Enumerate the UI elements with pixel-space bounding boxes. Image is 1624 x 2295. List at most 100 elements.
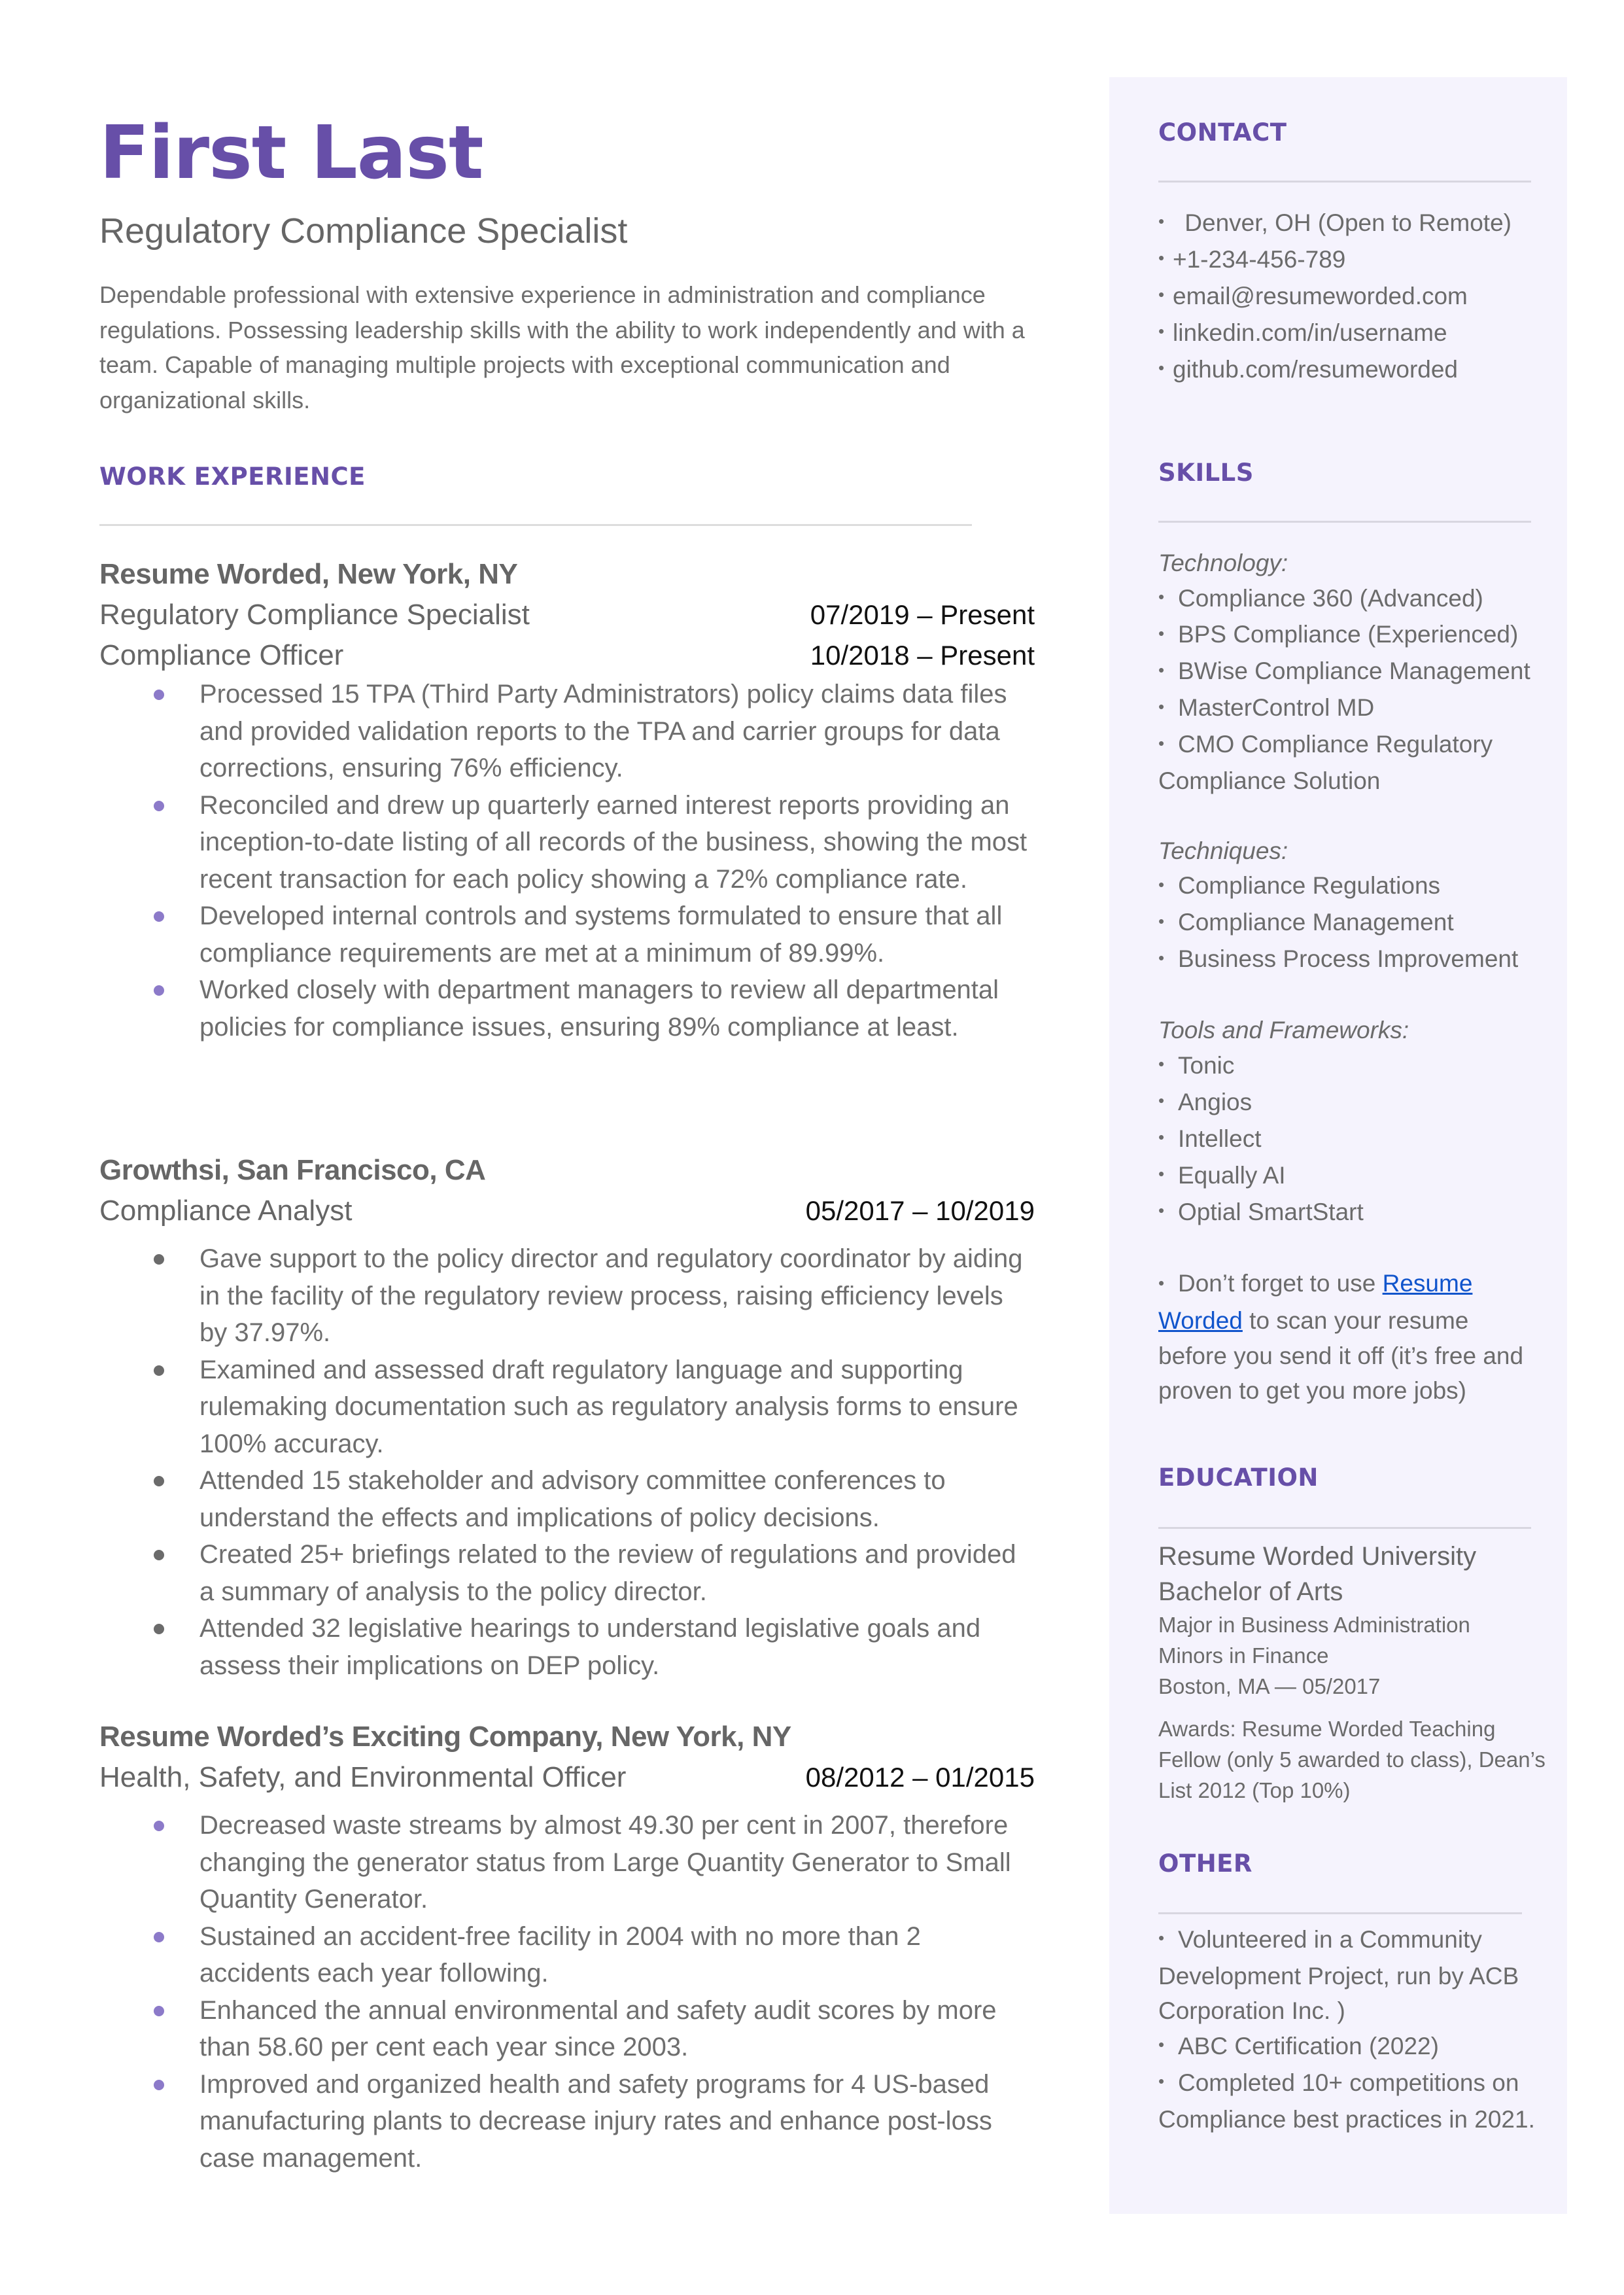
contact-list: • Denver, OH (Open to Remote) • +1-234-45… [1158, 205, 1551, 389]
edu-location-date: Boston, MA — 05/2017 [1158, 1674, 1381, 1698]
bullet-dot-icon [154, 800, 164, 811]
bullet-icon: • [1158, 586, 1165, 606]
job-company: Resume Worded’s Exciting Company, New Yo… [99, 1721, 791, 1753]
skill-item: • Equally AI [1158, 1158, 1551, 1195]
skill-item: • Compliance 360 (Advanced) [1158, 581, 1551, 618]
skill-item: • Compliance Regulations [1158, 868, 1551, 905]
bullet-text: Developed internal controls and systems … [199, 902, 1003, 968]
bullet-icon: • [1158, 1054, 1165, 1074]
skill-item: • Optial SmartStart [1158, 1195, 1551, 1231]
skill-item: • BWise Compliance Management [1158, 654, 1551, 690]
bullet-icon: • [1158, 696, 1165, 716]
skills-category-tools: Tools and Frameworks: [1158, 1017, 1409, 1044]
job-bullet: Improved and organized health and safety… [99, 2066, 1035, 2177]
other-heading: OTHER [1158, 1849, 1253, 1878]
skill-item: • Angios [1158, 1085, 1551, 1121]
edu-awards: Awards: Resume Worded Teaching Fellow (o… [1158, 1717, 1546, 1802]
tools-list: • Tonic • Angios • Intellect • Equally AI • O… [1158, 1048, 1551, 1231]
skills-content: Technology: • Compliance 360 (Advanced) •… [1158, 546, 1551, 1409]
education-content: Resume Worded University Bachelor of Art… [1158, 1539, 1551, 1806]
job-role-row: Health, Safety, and Environmental Office… [99, 1757, 1035, 1798]
other-list: • Volunteered in a Community Development … [1158, 1922, 1538, 2137]
bullet-icon: • [1158, 285, 1165, 305]
skills-divider [1158, 521, 1531, 523]
skill-item: • Tonic [1158, 1048, 1551, 1085]
bullet-text: Examined and assessed draft regulatory l… [199, 1355, 1018, 1458]
job-bullet: Reconciled and drew up quarterly earned … [99, 787, 1035, 898]
job-role-row: Compliance Analyst 05/2017 – 10/2019 [99, 1191, 1035, 1231]
job-bullet: Created 25+ briefings related to the rev… [99, 1536, 1035, 1610]
contact-github[interactable]: • github.com/resumeworded [1158, 352, 1551, 389]
bullet-icon: • [1158, 1127, 1165, 1148]
skill-item: • BPS Compliance (Experienced) [1158, 617, 1551, 654]
bullet-text: Reconciled and drew up quarterly earned … [199, 790, 1028, 894]
skills-category-techniques: Techniques: [1158, 837, 1288, 864]
work-divider [99, 524, 972, 526]
candidate-title: Regulatory Compliance Specialist [99, 211, 628, 251]
skill-item: • Intellect [1158, 1121, 1551, 1158]
bullet-dot-icon [154, 690, 164, 700]
bullet-icon: • [1158, 1200, 1165, 1221]
bullet-dot-icon [154, 911, 164, 922]
bullet-dot-icon [154, 1624, 164, 1634]
other-item: • ABC Certification (2022) [1158, 2029, 1538, 2065]
bullet-icon: • [1158, 248, 1165, 268]
bullet-icon: • [1158, 2035, 1165, 2055]
job-role: Compliance Officer [99, 639, 344, 671]
bullet-icon: • [1158, 911, 1165, 931]
contact-divider [1158, 181, 1531, 183]
bullet-dot-icon [154, 985, 164, 996]
bullet-text: Processed 15 TPA (Third Party Administra… [199, 680, 1007, 782]
edu-major: Major in Business Administration [1158, 1613, 1470, 1637]
bullet-text: Created 25+ briefings related to the rev… [199, 1540, 1016, 1606]
job-company: Resume Worded, New York, NY [99, 558, 518, 590]
bullet-dot-icon [154, 1931, 164, 1942]
job-bullet: Sustained an accident-free facility in 2… [99, 1918, 1035, 1992]
summary: Dependable professional with extensive e… [99, 281, 1025, 413]
techniques-list: • Compliance Regulations • Compliance Mana… [1158, 868, 1551, 978]
bullet-text: Gave support to the policy director and … [199, 1244, 1023, 1347]
bullet-text: Improved and organized health and safety… [199, 2069, 992, 2173]
job-bullets: Decreased waste streams by almost 49.30 … [99, 1807, 1035, 2177]
contact-location: • Denver, OH (Open to Remote) [1158, 205, 1551, 242]
bullet-dot-icon [154, 1550, 164, 1560]
technology-list: • Compliance 360 (Advanced) • BPS Complian… [1158, 581, 1551, 799]
bullet-text: Attended 15 stakeholder and advisory com… [199, 1466, 946, 1532]
job-dates: 05/2017 – 10/2019 [805, 1195, 1035, 1226]
bullet-icon: • [1158, 358, 1165, 378]
edu-school: Resume Worded University [1158, 1542, 1477, 1571]
bullet-icon: • [1158, 659, 1165, 680]
bullet-text: Attended 32 legislative hearings to unde… [199, 1614, 981, 1680]
job-bullet: Processed 15 TPA (Third Party Administra… [99, 676, 1035, 787]
contact-phone[interactable]: • +1-234-456-789 [1158, 242, 1551, 279]
contact-linkedin[interactable]: • linkedin.com/in/username [1158, 315, 1551, 352]
job-role-row: Compliance Officer 10/2018 – Present [99, 635, 1035, 676]
job-bullet: Developed internal controls and systems … [99, 898, 1035, 972]
bullet-icon: • [1158, 623, 1165, 643]
skills-heading: SKILLS [1158, 459, 1254, 487]
bullet-icon: • [1158, 1091, 1165, 1111]
bullet-icon: • [1158, 2071, 1165, 2092]
edu-degree: Bachelor of Arts [1158, 1577, 1343, 1606]
bullet-icon: • [1158, 874, 1165, 894]
job-bullet: Attended 32 legislative hearings to unde… [99, 1610, 1035, 1684]
contact-heading: CONTACT [1158, 118, 1287, 147]
job-bullets: Gave support to the policy director and … [99, 1240, 1035, 1684]
edu-minor: Minors in Finance [1158, 1643, 1329, 1668]
other-item: • Volunteered in a Community Development … [1158, 1922, 1538, 2029]
skills-category-technology: Technology: [1158, 550, 1288, 576]
job-bullet: Gave support to the policy director and … [99, 1240, 1035, 1352]
bullet-icon: • [1158, 1164, 1165, 1184]
bullet-icon: • [1158, 1928, 1165, 1948]
bullet-icon: • [1158, 321, 1165, 342]
contact-email[interactable]: • email@resumeworded.com [1158, 279, 1551, 315]
job-role: Regulatory Compliance Specialist [99, 599, 530, 631]
job-bullet: Examined and assessed draft regulatory l… [99, 1352, 1035, 1463]
bullet-text: Enhanced the annual environmental and sa… [199, 1995, 997, 2062]
bullet-dot-icon [154, 2005, 164, 2016]
skill-item: • Business Process Improvement [1158, 941, 1551, 978]
work-experience-heading: WORK EXPERIENCE [99, 463, 366, 491]
bullet-text: Decreased waste streams by almost 49.30 … [199, 1811, 1011, 1914]
job-bullet: Decreased waste streams by almost 49.30 … [99, 1807, 1035, 1918]
job-entry: Growthsi, San Francisco, CA Compliance A… [99, 1150, 1035, 1684]
